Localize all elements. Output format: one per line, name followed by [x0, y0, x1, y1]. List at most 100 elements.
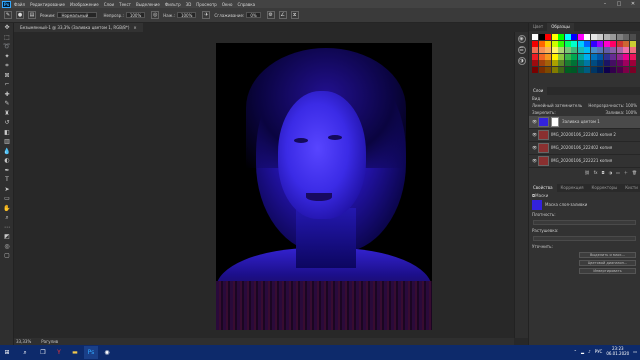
tab-color[interactable]: Цвет [529, 23, 547, 31]
tab-properties[interactable]: Свойства [529, 183, 557, 192]
swatch[interactable] [545, 47, 551, 53]
swatch[interactable] [584, 53, 590, 60]
swatch[interactable] [590, 66, 597, 73]
swatch[interactable] [538, 47, 545, 53]
tab-brushes[interactable]: Кисти [621, 184, 640, 192]
gradient-tool-icon[interactable]: ▥ [2, 137, 12, 147]
doc-info[interactable]: Рагулив [41, 339, 58, 344]
swatch[interactable] [551, 40, 558, 47]
swatch[interactable] [616, 40, 623, 47]
photoshop-logo-icon[interactable]: Ps [2, 0, 11, 8]
swatch[interactable] [577, 40, 584, 47]
angle-icon[interactable]: ∠ [278, 11, 287, 19]
invert-button[interactable]: Инвертировать [579, 267, 636, 274]
swatch[interactable] [532, 40, 538, 47]
swatch[interactable] [623, 47, 629, 53]
mode-select[interactable]: Нормальный [57, 12, 98, 18]
swatch[interactable] [558, 47, 564, 53]
adjustment-layer-icon[interactable]: ◑ [609, 170, 613, 175]
swatch[interactable] [564, 66, 571, 73]
layer-mask-thumbnail[interactable] [551, 116, 559, 127]
eyedropper-tool-icon[interactable]: ⌐ [2, 80, 12, 90]
layer-row[interactable]: 👁 Заливка цветом 1 [529, 115, 640, 129]
swatch[interactable] [590, 60, 597, 66]
swatch[interactable] [532, 53, 538, 60]
fx-icon[interactable]: fx [594, 170, 598, 175]
tab-adjusters[interactable]: Корректоры [588, 184, 622, 192]
swatch[interactable] [577, 34, 584, 40]
swatch[interactable] [551, 66, 558, 73]
swatch[interactable] [597, 34, 603, 40]
network-icon[interactable]: ▂ [581, 349, 584, 354]
swatch[interactable] [616, 66, 623, 73]
more-tools-icon[interactable]: ⋯ [2, 223, 12, 233]
swatch[interactable] [629, 40, 636, 47]
file-explorer-icon[interactable]: ▬ [68, 346, 82, 359]
swatch[interactable] [538, 53, 545, 60]
maximize-button[interactable]: □ [612, 0, 626, 8]
swatch[interactable] [571, 60, 577, 66]
swatch[interactable] [538, 40, 545, 47]
learn-panel-icon[interactable]: ◉ [517, 35, 526, 43]
layer-row[interactable]: 👁 IMG_20200106_222402 копия [529, 142, 640, 155]
swatch[interactable] [603, 60, 610, 66]
rectangle-tool-icon[interactable]: ▭ [2, 194, 12, 204]
swatch[interactable] [616, 53, 623, 60]
swatch[interactable] [610, 34, 616, 40]
swatch[interactable] [551, 60, 558, 66]
swatch[interactable] [584, 66, 590, 73]
swatch[interactable] [571, 40, 577, 47]
swatch[interactable] [545, 34, 551, 40]
layer-row[interactable]: 👁 IMG_20200106_222221 копия [529, 155, 640, 168]
quick-select-tool-icon[interactable]: ✦ [2, 52, 12, 62]
add-mask-icon[interactable]: ◘ [601, 170, 604, 175]
brush-panel-icon[interactable]: ▤ [28, 11, 36, 19]
language-indicator[interactable]: РУС [595, 349, 603, 354]
tray-arrow-icon[interactable]: ⌃ [574, 349, 577, 354]
link-layers-icon[interactable]: ⛓ [585, 170, 590, 175]
select-and-mask-button[interactable]: Выделить и маск... [579, 251, 636, 258]
brush-tool-icon[interactable]: ✎ [2, 99, 12, 109]
menu-file[interactable]: Файл [14, 2, 25, 7]
swatch[interactable] [545, 40, 551, 47]
pen-tool-icon[interactable]: ✒ [2, 166, 12, 176]
new-group-icon[interactable]: ▭ [616, 170, 620, 175]
brush-tool-preset-icon[interactable]: ✎ [4, 11, 12, 19]
lasso-tool-icon[interactable]: ➰ [2, 42, 12, 52]
start-button-icon[interactable]: ⊞ [0, 346, 14, 359]
close-button[interactable]: ✕ [626, 0, 640, 8]
swatch[interactable] [532, 34, 538, 40]
search-icon[interactable]: ⌕ [16, 346, 34, 359]
yandex-browser-icon[interactable]: Y [52, 346, 66, 359]
marquee-tool-icon[interactable]: ⬚ [2, 33, 12, 43]
clock[interactable]: 23:23 06.01.2020 [606, 346, 629, 356]
menu-layers[interactable]: Слои [104, 2, 114, 7]
swatch[interactable] [623, 34, 629, 40]
task-view-icon[interactable]: ❐ [36, 346, 50, 359]
swatch[interactable] [564, 47, 571, 53]
swatch[interactable] [538, 60, 545, 66]
swatch[interactable] [551, 34, 558, 40]
swatch[interactable] [584, 60, 590, 66]
new-layer-icon[interactable]: ＋ [624, 170, 628, 176]
swatch[interactable] [551, 53, 558, 60]
swatch[interactable] [577, 47, 584, 53]
swatch[interactable] [610, 53, 616, 60]
feather-slider[interactable] [533, 235, 636, 241]
swatch[interactable] [545, 60, 551, 66]
swatch[interactable] [558, 66, 564, 73]
density-slider[interactable] [533, 219, 636, 225]
swatch[interactable] [603, 47, 610, 53]
app-taskbar-icon[interactable]: ◉ [100, 346, 114, 359]
frame-tool-icon[interactable]: ⊠ [2, 71, 12, 81]
swatch[interactable] [610, 40, 616, 47]
blend-mode-select[interactable]: Линейный затемнитель [532, 103, 582, 108]
swatch[interactable] [590, 40, 597, 47]
volume-icon[interactable]: ♪ [588, 349, 591, 354]
eraser-tool-icon[interactable]: ◧ [2, 128, 12, 138]
layer-filter-select[interactable]: Вид [532, 96, 540, 101]
swatch[interactable] [597, 40, 603, 47]
swatch[interactable] [610, 47, 616, 53]
menu-window[interactable]: Окно [222, 2, 233, 7]
swatch[interactable] [597, 47, 603, 53]
